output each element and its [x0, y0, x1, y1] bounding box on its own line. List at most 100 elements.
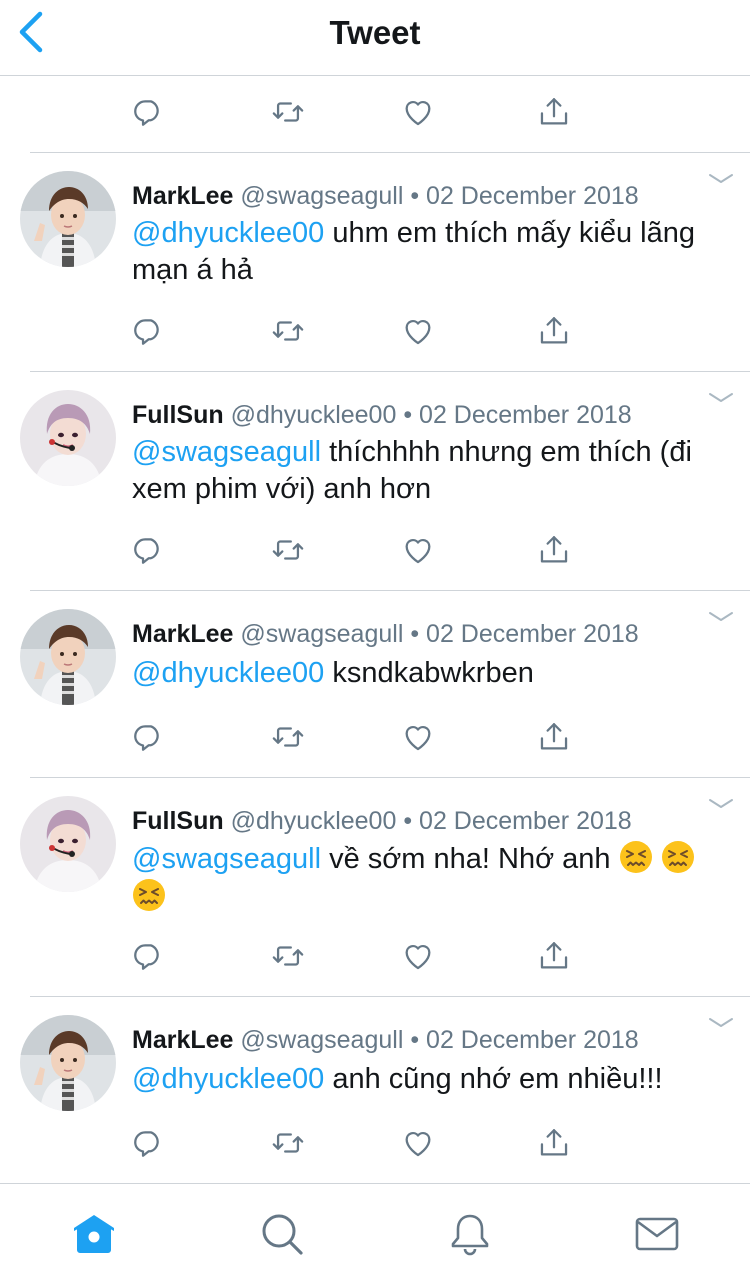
retweet-button[interactable] — [268, 936, 308, 976]
tweet-date: 02 December 2018 — [419, 807, 632, 835]
tweet-text: @swagseagull thíchhhh nhưng em thích (đi… — [132, 434, 732, 508]
top-navigation-bar: Tweet — [0, 0, 750, 76]
tweet-actions — [128, 717, 588, 757]
tweet-body: anh cũng nhớ em nhiều!!! — [324, 1063, 663, 1095]
mention-link[interactable]: @dhyucklee00 — [132, 217, 324, 249]
tweet-item[interactable]: FullSun @dhyucklee00 • 02 December 2018 … — [0, 778, 750, 996]
share-button[interactable] — [534, 311, 574, 351]
like-button[interactable] — [398, 1123, 438, 1163]
author-name[interactable]: MarkLee — [132, 182, 233, 210]
retweet-button[interactable] — [268, 717, 308, 757]
mention-link[interactable]: @swagseagull — [132, 843, 321, 875]
reply-icon — [131, 533, 165, 567]
like-button[interactable] — [398, 92, 438, 132]
chevron-down-icon[interactable] — [706, 388, 736, 408]
avatar[interactable] — [20, 171, 116, 267]
marklee-avatar-image — [20, 1015, 116, 1111]
retweet-button[interactable] — [268, 1123, 308, 1163]
retweet-button[interactable] — [268, 311, 308, 351]
mention-link[interactable]: @swagseagull — [132, 436, 321, 468]
reply-button[interactable] — [128, 530, 168, 570]
like-icon — [401, 314, 435, 348]
author-handle[interactable]: @swagseagull — [240, 1026, 403, 1054]
notifications-icon — [451, 1214, 489, 1256]
bottom-tab-bar — [0, 1183, 750, 1282]
retweet-icon — [271, 939, 305, 973]
tweet-actions — [128, 1123, 588, 1163]
like-icon — [401, 939, 435, 973]
avatar[interactable] — [20, 609, 116, 705]
author-handle[interactable]: @swagseagull — [240, 182, 403, 210]
tweet-body: ksndkabwkrben — [324, 657, 534, 689]
retweet-icon — [271, 314, 305, 348]
author-name[interactable]: MarkLee — [132, 1026, 233, 1054]
reply-button[interactable] — [128, 311, 168, 351]
reply-button[interactable] — [128, 92, 168, 132]
like-icon — [401, 95, 435, 129]
tweet-meta: MarkLee @swagseagull • 02 December 2018 — [132, 1023, 710, 1057]
reply-button[interactable] — [128, 717, 168, 757]
chevron-down-icon[interactable] — [706, 1013, 736, 1033]
share-button[interactable] — [534, 530, 574, 570]
tweet-actions — [128, 92, 588, 132]
author-handle[interactable]: @dhyucklee00 — [231, 807, 397, 835]
chevron-down-icon[interactable] — [706, 169, 736, 189]
avatar[interactable] — [20, 1015, 116, 1111]
chevron-down-icon[interactable] — [706, 607, 736, 627]
share-button[interactable] — [534, 1123, 574, 1163]
separator-dot: • — [410, 1026, 420, 1054]
share-button[interactable] — [534, 717, 574, 757]
share-icon — [537, 720, 571, 754]
tweet-date: 02 December 2018 — [426, 620, 639, 648]
retweet-button[interactable] — [268, 92, 308, 132]
tab-search[interactable] — [258, 1210, 306, 1258]
mention-link[interactable]: @dhyucklee00 — [132, 657, 324, 689]
tweet-body: về sớm nha! Nhớ anh — [321, 843, 619, 875]
share-icon — [537, 95, 571, 129]
chevron-down-icon[interactable] — [706, 794, 736, 814]
share-button[interactable] — [534, 936, 574, 976]
like-button[interactable] — [398, 311, 438, 351]
tweet-date: 02 December 2018 — [426, 182, 639, 210]
author-name[interactable]: FullSun — [132, 401, 224, 429]
reply-button[interactable] — [128, 936, 168, 976]
avatar[interactable] — [20, 390, 116, 486]
like-button[interactable] — [398, 717, 438, 757]
reply-icon — [131, 939, 165, 973]
author-name[interactable]: FullSun — [132, 807, 224, 835]
tab-messages[interactable] — [633, 1210, 681, 1258]
tweet-item[interactable]: MarkLee @swagseagull • 02 December 2018 … — [0, 153, 750, 371]
separator-dot: • — [403, 807, 413, 835]
share-button[interactable] — [534, 92, 574, 132]
author-handle[interactable]: @swagseagull — [240, 620, 403, 648]
like-icon — [401, 720, 435, 754]
marklee-avatar-image — [20, 171, 116, 267]
share-icon — [537, 314, 571, 348]
like-button[interactable] — [398, 530, 438, 570]
tab-notifications[interactable] — [446, 1210, 494, 1258]
like-button[interactable] — [398, 936, 438, 976]
tweet-actions — [128, 936, 588, 976]
tweet-actions — [128, 311, 588, 351]
tab-home[interactable] — [70, 1210, 118, 1258]
mention-link[interactable]: @dhyucklee00 — [132, 1063, 324, 1095]
tweet-text: @dhyucklee00 ksndkabwkrben — [132, 655, 732, 692]
messages-icon — [635, 1217, 679, 1251]
tweet-item[interactable]: MarkLee @swagseagull • 02 December 2018 … — [0, 997, 750, 1183]
avatar[interactable] — [20, 796, 116, 892]
author-name[interactable]: MarkLee — [132, 620, 233, 648]
confounded-face-emoji — [661, 840, 695, 874]
retweet-icon — [271, 95, 305, 129]
author-handle[interactable]: @dhyucklee00 — [231, 401, 397, 429]
separator-dot: • — [410, 182, 420, 210]
reply-icon — [131, 720, 165, 754]
tweet-item[interactable]: MarkLee @swagseagull • 02 December 2018 … — [0, 591, 750, 777]
retweet-button[interactable] — [268, 530, 308, 570]
share-icon — [537, 533, 571, 567]
tweet-text: @dhyucklee00 uhm em thích mấy kiểu lãng … — [132, 215, 732, 289]
tweet-text: @swagseagull về sớm nha! Nhớ anh — [132, 840, 732, 916]
share-icon — [537, 939, 571, 973]
tweet-item[interactable]: FullSun @dhyucklee00 • 02 December 2018 … — [0, 372, 750, 590]
reply-button[interactable] — [128, 1123, 168, 1163]
tweet-meta: MarkLee @swagseagull • 02 December 2018 — [132, 179, 710, 213]
